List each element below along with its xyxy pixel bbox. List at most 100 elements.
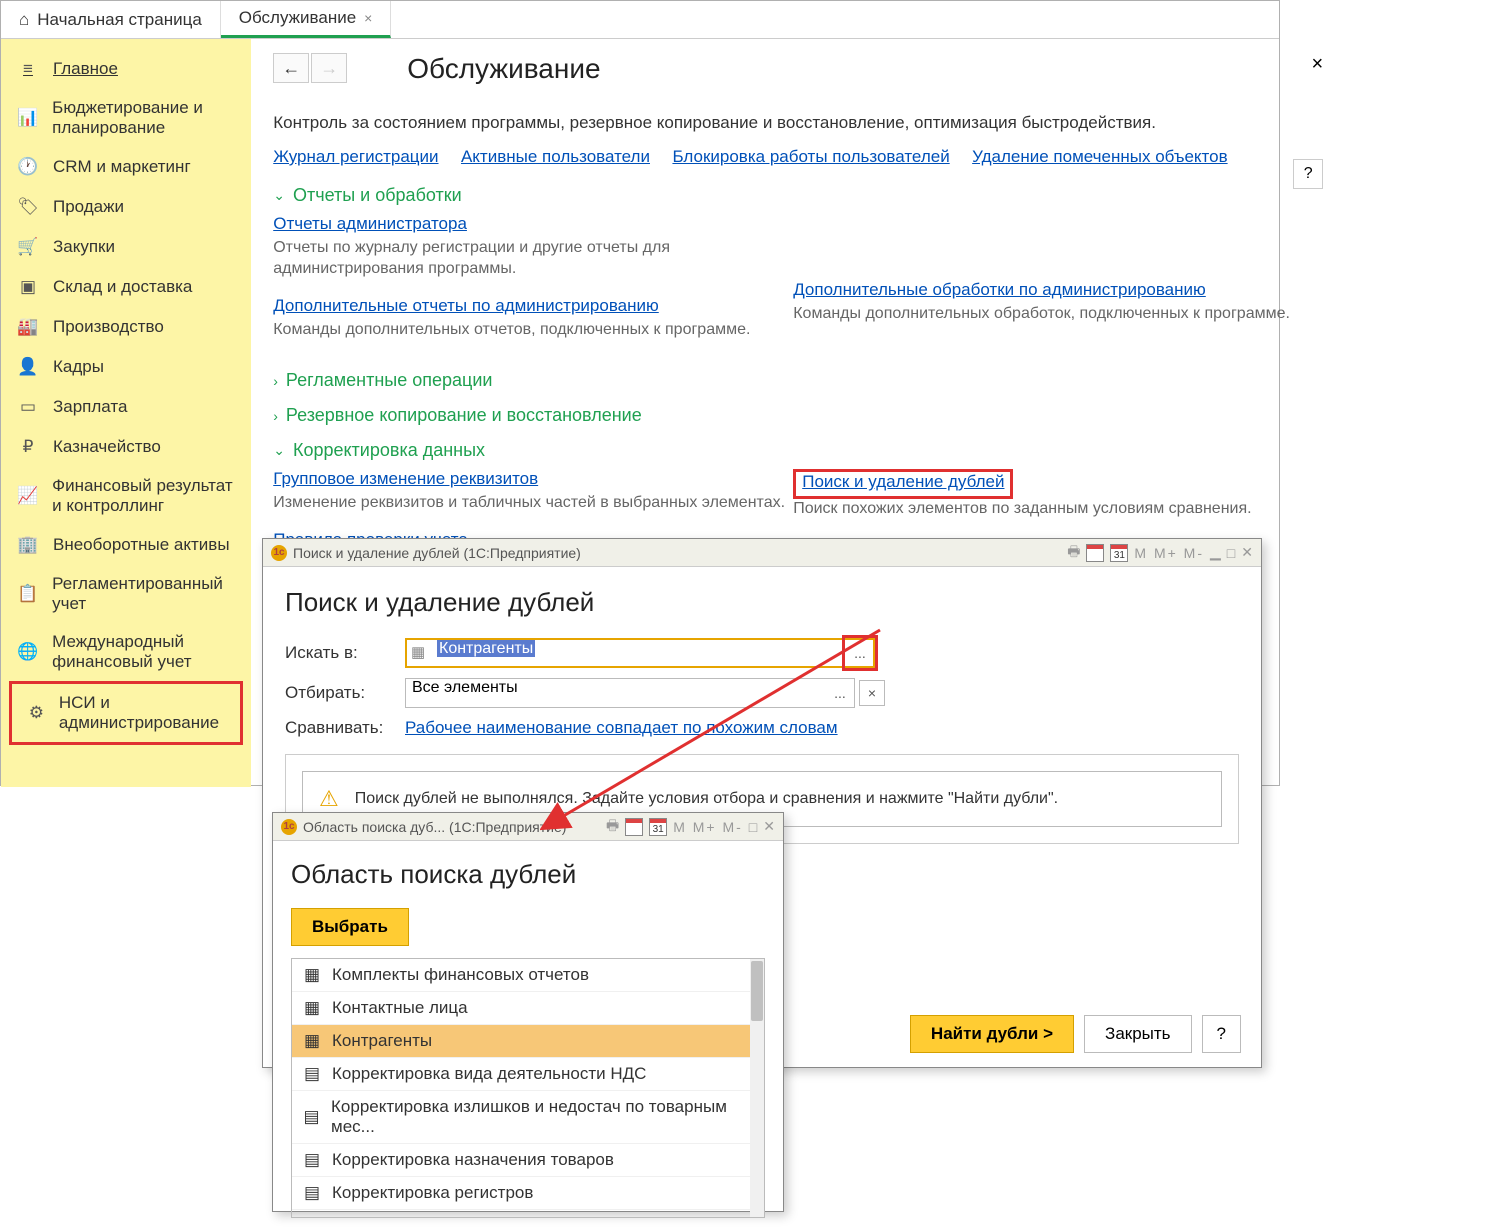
sidebar-label: Производство	[53, 317, 164, 337]
item-label: Корректировка излишков и недостач по тов…	[331, 1097, 754, 1137]
sidebar-item-crm[interactable]: 🕐CRM и маркетинг	[1, 147, 251, 187]
help-button[interactable]: ?	[1293, 159, 1323, 189]
info-text: Поиск дублей не выполнялся. Задайте усло…	[355, 790, 1058, 808]
clear-button[interactable]: ×	[859, 680, 885, 706]
calendar-icon[interactable]: 31	[1110, 544, 1128, 562]
sidebar-item-regacct[interactable]: 📋Регламентированный учет	[1, 565, 251, 623]
section-label: Отчеты и обработки	[293, 185, 462, 206]
list-item[interactable]: ▤Корректировка назначения товаров	[292, 1144, 764, 1177]
sidebar-label: Зарплата	[53, 397, 127, 417]
link-admin-reports[interactable]: Отчеты администратора	[273, 214, 467, 234]
top-links: Журнал регистрации Активные пользователи…	[273, 147, 1313, 167]
item-label: Контактные лица	[332, 998, 468, 1018]
tab-active[interactable]: Обслуживание ×	[221, 1, 392, 38]
table-icon: ▦	[302, 967, 322, 983]
desc: Команды дополнительных обработок, подклю…	[793, 304, 1313, 325]
sidebar-item-budget[interactable]: 📊Бюджетирование и планирование	[1, 89, 251, 147]
sidebar-item-production[interactable]: 🏭 Производство	[1, 307, 251, 347]
forward-button[interactable]: →	[311, 53, 347, 83]
close-icon[interactable]: ×	[364, 10, 372, 26]
titlebar[interactable]: 1c Поиск и удаление дублей (1С:Предприят…	[263, 539, 1261, 567]
link-journal[interactable]: Журнал регистрации	[273, 147, 438, 166]
chevron-down-icon: ⌄	[273, 442, 285, 459]
close-icon[interactable]: ✕	[1241, 544, 1253, 561]
section-backup[interactable]: ›Резервное копирование и восстановление	[273, 405, 1313, 426]
logo-icon: 1c	[281, 819, 297, 835]
sidebar-item-finresult[interactable]: 📈Финансовый результат и контроллинг	[1, 467, 251, 525]
sidebar-item-intl[interactable]: 🌐Международный финансовый учет	[1, 623, 251, 681]
label-search-in: Искать в:	[285, 643, 405, 663]
tab-home[interactable]: ⌂ Начальная страница	[1, 1, 221, 38]
clock-icon: 🕐	[17, 156, 39, 178]
close-icon[interactable]: ✕	[763, 818, 775, 835]
sidebar-label: Склад и доставка	[53, 277, 192, 297]
link-extra-reports[interactable]: Дополнительные отчеты по администрирован…	[273, 296, 659, 316]
sidebar-label: Финансовый результат и контроллинг	[52, 476, 235, 516]
sidebar-item-admin[interactable]: ⚙НСИ и администрирование	[12, 684, 240, 742]
help-button[interactable]: ?	[1202, 1015, 1241, 1053]
dots-button[interactable]: ...	[827, 680, 853, 706]
calendar-icon[interactable]	[1086, 544, 1104, 562]
m-buttons[interactable]: M M+ M-	[1134, 545, 1204, 561]
list-item[interactable]: ▤Корректировки задолженностей по финансо…	[292, 1210, 764, 1218]
sidebar-item-assets[interactable]: 🏢Внеоборотные активы	[1, 525, 251, 565]
minimize-icon[interactable]: ▁	[1210, 544, 1221, 561]
calendar-icon[interactable]	[625, 818, 643, 836]
search-in-input[interactable]: ▦ Контрагенты ...	[405, 638, 875, 668]
sidebar-item-hr[interactable]: 👤Кадры	[1, 347, 251, 387]
select-button[interactable]: Выбрать	[291, 908, 409, 946]
modal-title: Область поиска дублей	[291, 859, 765, 890]
close-page-icon[interactable]: ×	[1312, 53, 1324, 76]
titlebar[interactable]: 1c Область поиска дуб... (1С:Предприятие…	[273, 813, 783, 841]
link-find-duplicates[interactable]: Поиск и удаление дублей	[802, 472, 1004, 492]
list-item[interactable]: ▤Корректировка вида деятельности НДС	[292, 1058, 764, 1091]
m-buttons[interactable]: M M+ M-	[673, 819, 743, 835]
section-label: Резервное копирование и восстановление	[286, 405, 642, 426]
boxes-icon: ▣	[17, 276, 39, 298]
doc-icon: ▤	[302, 1066, 322, 1082]
calendar-icon[interactable]: 31	[649, 818, 667, 836]
section-reports[interactable]: ⌄Отчеты и обработки	[273, 185, 1313, 206]
sidebar-label: Кадры	[53, 357, 104, 377]
desc: Отчеты по журналу регистрации и другие о…	[273, 238, 793, 280]
print-icon[interactable]: 🖶	[1067, 541, 1080, 565]
link-block[interactable]: Блокировка работы пользователей	[672, 147, 949, 166]
scrollbar[interactable]	[750, 959, 764, 1217]
sidebar-item-sales[interactable]: 🏷Продажи	[1, 187, 251, 227]
tag-icon: 🏷	[17, 196, 39, 218]
find-button[interactable]: Найти дубли >	[910, 1015, 1074, 1053]
factory-icon: 🏭	[17, 316, 39, 338]
filter-input[interactable]: Все элементы ...	[405, 678, 855, 708]
sidebar-item-main[interactable]: ≡Главное	[1, 49, 251, 89]
input-value: Контрагенты	[437, 640, 535, 657]
tab-home-label: Начальная страница	[37, 10, 202, 30]
link-active-users[interactable]: Активные пользователи	[461, 147, 650, 166]
sidebar-item-salary[interactable]: ▭Зарплата	[1, 387, 251, 427]
back-button[interactable]: ←	[273, 53, 309, 83]
section-ops[interactable]: ›Регламентные операции	[273, 370, 1313, 391]
list-item[interactable]: ▦Контактные лица	[292, 992, 764, 1025]
item-label: Корректировка регистров	[332, 1183, 533, 1203]
print-icon[interactable]: 🖶	[606, 815, 619, 839]
list-item-selected[interactable]: ▦Контрагенты	[292, 1025, 764, 1058]
ruble-icon: ₽	[17, 436, 39, 458]
section-correction[interactable]: ⌄Корректировка данных	[273, 440, 1313, 461]
maximize-icon[interactable]: □	[1227, 545, 1235, 561]
doc-icon: 📋	[17, 583, 38, 605]
list-item[interactable]: ▤Корректировка регистров	[292, 1177, 764, 1210]
link-delete-marked[interactable]: Удаление помеченных объектов	[972, 147, 1227, 166]
maximize-icon[interactable]: □	[749, 819, 757, 835]
chevron-right-icon: ›	[273, 373, 278, 389]
sidebar-label: Внеоборотные активы	[53, 535, 230, 555]
link-extra-proc[interactable]: Дополнительные обработки по администриро…	[793, 280, 1206, 300]
scroll-thumb[interactable]	[751, 961, 763, 1021]
link-group-change[interactable]: Групповое изменение реквизитов	[273, 469, 538, 489]
sidebar-item-warehouse[interactable]: ▣ Склад и доставка	[1, 267, 251, 307]
close-button[interactable]: Закрыть	[1084, 1015, 1191, 1053]
sidebar-item-purchases[interactable]: 🛒Закупки	[1, 227, 251, 267]
list-item[interactable]: ▦Комплекты финансовых отчетов	[292, 959, 764, 992]
list-item[interactable]: ▤Корректировка излишков и недостач по то…	[292, 1091, 764, 1144]
sidebar-label: Международный финансовый учет	[52, 632, 235, 672]
compare-link[interactable]: Рабочее наименование совпадает по похожи…	[405, 718, 838, 738]
sidebar-item-treasury[interactable]: ₽Казначейство	[1, 427, 251, 467]
